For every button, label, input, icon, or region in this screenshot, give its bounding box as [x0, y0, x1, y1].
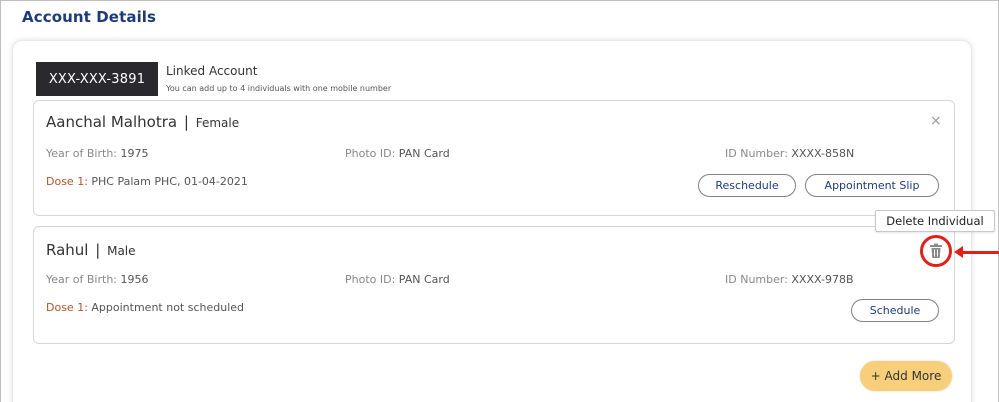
individual-name-line: Aanchal Malhotra | Female — [46, 113, 239, 131]
photo-id: Photo ID: PAN Card — [345, 273, 450, 286]
individual-name-line: Rahul | Male — [46, 241, 136, 259]
arrow-left-icon — [954, 246, 999, 258]
appointment-slip-button[interactable]: Appointment Slip — [805, 174, 939, 197]
schedule-button[interactable]: Schedule — [851, 299, 939, 322]
close-icon[interactable]: × — [930, 113, 942, 129]
id-number-value: XXXX-858N — [791, 147, 855, 160]
individual-card: Rahul | Male Year of Birth: 1956 Photo I… — [33, 226, 955, 344]
id-number: ID Number: XXXX-978B — [725, 273, 854, 286]
name-separator: | — [183, 113, 189, 131]
year-of-birth-value: 1975 — [120, 147, 149, 160]
id-number-label: ID Number: — [725, 147, 788, 160]
delete-individual-tooltip: Delete Individual — [875, 210, 995, 232]
individual-gender: Male — [107, 244, 136, 258]
year-of-birth-label: Year of Birth: — [46, 273, 118, 286]
name-separator: | — [95, 241, 101, 259]
dose-text: Appointment not scheduled — [91, 301, 245, 314]
year-of-birth: Year of Birth: 1975 — [46, 147, 149, 160]
photo-id-value: PAN Card — [398, 147, 450, 160]
year-of-birth-value: 1956 — [120, 273, 149, 286]
delete-individual-button[interactable] — [920, 235, 952, 267]
account-number-badge: XXX-XXX-3891 — [36, 62, 158, 96]
trash-icon — [930, 243, 942, 258]
photo-id-label: Photo ID: — [345, 273, 396, 286]
dose-label: Dose 1: — [46, 301, 88, 314]
dose-status: Dose 1: PHC Palam PHC, 01-04-2021 — [46, 175, 248, 188]
id-number: ID Number: XXXX-858N — [725, 147, 854, 160]
dose-label: Dose 1: — [46, 175, 88, 188]
linked-account-subtitle: You can add up to 4 individuals with one… — [166, 84, 392, 93]
photo-id: Photo ID: PAN Card — [345, 147, 450, 160]
id-number-value: XXXX-978B — [791, 273, 854, 286]
id-number-label: ID Number: — [725, 273, 788, 286]
dose-status: Dose 1: Appointment not scheduled — [46, 301, 244, 314]
individual-card: Aanchal Malhotra | Female × Year of Birt… — [33, 100, 955, 216]
photo-id-value: PAN Card — [398, 273, 450, 286]
individual-gender: Female — [195, 116, 240, 130]
dose-text: PHC Palam PHC, 01-04-2021 — [91, 175, 248, 188]
reschedule-button[interactable]: Reschedule — [698, 174, 796, 197]
page-title: Account Details — [22, 8, 157, 26]
year-of-birth-label: Year of Birth: — [46, 147, 118, 160]
year-of-birth: Year of Birth: 1956 — [46, 273, 149, 286]
photo-id-label: Photo ID: — [345, 147, 396, 160]
add-more-button[interactable]: + Add More — [860, 361, 952, 391]
individual-name: Rahul — [46, 241, 89, 259]
individual-name: Aanchal Malhotra — [46, 113, 178, 131]
linked-account-label: Linked Account — [166, 64, 258, 78]
